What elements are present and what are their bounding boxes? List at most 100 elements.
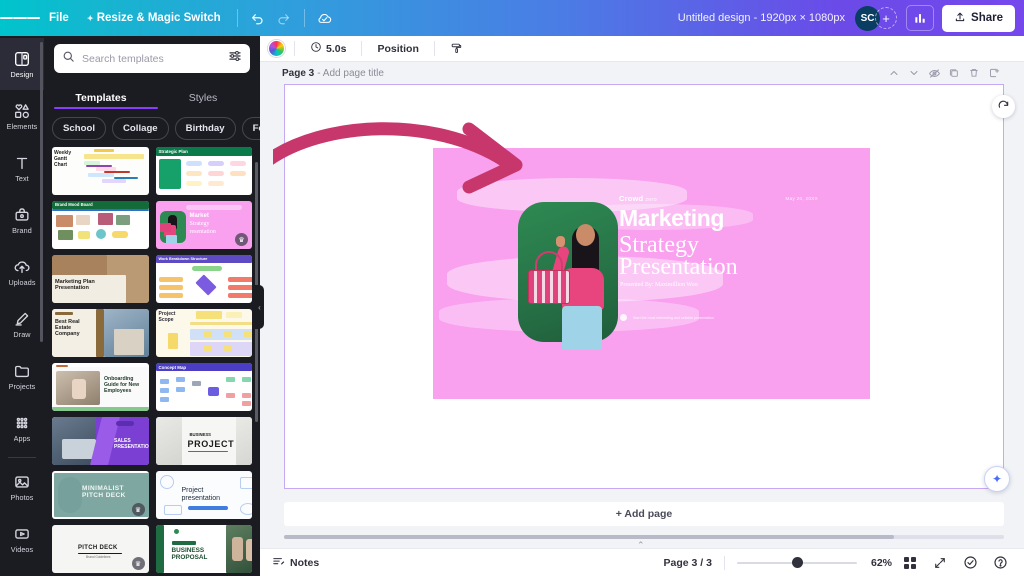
template-thumbnail[interactable]: Best Real Estate Company bbox=[52, 309, 149, 357]
sparkle-icon: ✦ bbox=[86, 14, 94, 23]
template-thumbnail[interactable]: Strategic Plan bbox=[155, 147, 252, 195]
duplicate-page-icon[interactable] bbox=[944, 65, 964, 82]
chip-collage[interactable]: Collage bbox=[111, 117, 169, 140]
page-title-input[interactable]: - Add page title bbox=[317, 68, 384, 79]
insights-button[interactable] bbox=[906, 5, 935, 31]
collapse-panel-button[interactable]: ‹ bbox=[255, 285, 264, 329]
duration-label: 5.0s bbox=[326, 42, 347, 55]
template-thumbnail[interactable]: BUSINESS PROJECT bbox=[155, 417, 252, 465]
design-title[interactable]: Untitled design - 1920px × 1080px bbox=[678, 12, 845, 24]
help-circle-icon[interactable] bbox=[988, 553, 1012, 573]
divider bbox=[236, 9, 238, 27]
apps-icon bbox=[13, 414, 31, 432]
templates-panel: Templates Styles School Collage Birthday… bbox=[44, 36, 260, 576]
search-input[interactable] bbox=[82, 52, 221, 65]
chip-school[interactable]: School bbox=[52, 117, 106, 140]
template-thumbnail[interactable]: Concept Map bbox=[155, 363, 252, 411]
template-thumbnail[interactable]: Brand Mood Board bbox=[52, 201, 149, 249]
duration-button[interactable]: 5.0s bbox=[304, 38, 352, 59]
notes-button[interactable]: Notes bbox=[272, 555, 319, 571]
hide-page-icon[interactable] bbox=[924, 65, 944, 82]
sidebar-item-bulk-create[interactable]: Bulk create bbox=[0, 565, 44, 576]
sidebar-item-label: Photos bbox=[10, 492, 34, 502]
sidebar-item-uploads[interactable]: Uploads bbox=[0, 246, 44, 298]
sidebar-item-label: Projects bbox=[8, 381, 36, 391]
template-grid: Weekly Gantt Chart Strategic Plan Brand … bbox=[44, 147, 260, 576]
slide-brand-name: Crowd bbox=[619, 194, 644, 203]
file-menu-button[interactable]: File bbox=[40, 7, 78, 29]
horizontal-scrollbar[interactable] bbox=[284, 535, 1004, 539]
undo-icon[interactable] bbox=[245, 6, 271, 30]
rail-divider bbox=[8, 457, 36, 458]
context-toolbar: 5.0s Position bbox=[260, 36, 1024, 62]
divider bbox=[303, 9, 305, 27]
sidebar-item-label: Design bbox=[10, 69, 34, 79]
add-page-button[interactable]: + Add page bbox=[284, 502, 1004, 526]
grid-view-icon[interactable] bbox=[898, 553, 922, 573]
handbag bbox=[528, 270, 570, 304]
sidebar-item-draw[interactable]: Draw bbox=[0, 298, 44, 350]
canvas-area: Crowd zero May 20, 20XX Marketing Strateg… bbox=[260, 84, 1024, 550]
panel-tabs: Templates Styles bbox=[50, 83, 254, 109]
slide-brand: Crowd zero bbox=[619, 194, 657, 203]
trash-icon[interactable] bbox=[964, 65, 984, 82]
paint-roller-icon[interactable] bbox=[444, 39, 469, 58]
sidebar-item-brand[interactable]: Brand bbox=[0, 194, 44, 246]
search-section bbox=[44, 36, 260, 79]
search-box[interactable] bbox=[54, 44, 250, 73]
hamburger-icon[interactable] bbox=[0, 15, 40, 21]
template-thumbnail[interactable]: SALESPRESENTATION bbox=[52, 417, 149, 465]
rainbow-color-wheel-icon[interactable] bbox=[268, 40, 285, 57]
sidebar-item-label: Elements bbox=[6, 121, 38, 131]
check-circle-icon[interactable] bbox=[958, 553, 982, 573]
template-thumbnail[interactable]: Project Scope bbox=[155, 309, 252, 357]
chip-food[interactable]: Foo bbox=[241, 117, 260, 140]
template-thumbnail[interactable]: Marketing Plan Presentation bbox=[52, 255, 149, 303]
position-button[interactable]: Position bbox=[371, 40, 424, 58]
template-thumbnail[interactable]: BUSINESS PROPOSAL bbox=[155, 525, 252, 573]
rotate-refresh-icon[interactable] bbox=[992, 95, 1015, 118]
slide-content[interactable]: Crowd zero May 20, 20XX Marketing Strateg… bbox=[433, 148, 870, 399]
add-page-icon[interactable] bbox=[984, 65, 1004, 82]
share-label: Share bbox=[971, 12, 1003, 24]
slider-knob[interactable] bbox=[791, 557, 803, 568]
sidebar-item-photos[interactable]: Photos bbox=[0, 461, 44, 513]
zoom-level[interactable]: 62% bbox=[871, 557, 892, 569]
redo-icon[interactable] bbox=[271, 6, 297, 30]
sidebar-item-projects[interactable]: Projects bbox=[0, 350, 44, 402]
template-thumbnail[interactable]: Weekly Gantt Chart bbox=[52, 147, 149, 195]
add-member-button[interactable]: + bbox=[875, 7, 898, 29]
rail-scrollbar[interactable] bbox=[40, 42, 43, 342]
chevron-down-icon[interactable] bbox=[904, 65, 924, 82]
sidebar-item-apps[interactable]: Apps bbox=[0, 402, 44, 454]
sidebar-item-design[interactable]: Design bbox=[0, 38, 44, 90]
page-header: Page 3 - Add page title bbox=[260, 62, 1024, 84]
resize-label: Resize & Magic Switch bbox=[96, 12, 221, 24]
template-thumbnail[interactable]: PITCH DECK Brand Guidelines ♛ bbox=[52, 525, 149, 573]
chevron-up-icon[interactable] bbox=[884, 65, 904, 82]
slide-date: May 20, 20XX bbox=[785, 196, 818, 201]
share-button[interactable]: Share bbox=[942, 4, 1015, 32]
zoom-slider[interactable] bbox=[736, 557, 857, 569]
template-thumbnail[interactable]: Project presentation bbox=[155, 471, 252, 519]
template-thumbnail[interactable]: Onboarding Guide for New Employees bbox=[52, 363, 149, 411]
magic-sparkle-icon[interactable]: ✦ bbox=[984, 466, 1010, 492]
sidebar-item-text[interactable]: Text bbox=[0, 142, 44, 194]
tab-styles[interactable]: Styles bbox=[152, 92, 254, 109]
sidebar-item-videos[interactable]: Videos bbox=[0, 513, 44, 565]
slide-brand-sub: zero bbox=[645, 197, 657, 203]
tab-underline bbox=[54, 106, 158, 109]
template-thumbnail[interactable]: MINIMALIST PITCH DECK ♛ bbox=[52, 471, 149, 519]
template-thumbnail[interactable]: Market Strategy resentation ♛ bbox=[155, 201, 252, 249]
template-thumbnail[interactable]: Work Breakdown Structure bbox=[155, 255, 252, 303]
fullscreen-icon[interactable] bbox=[928, 553, 952, 573]
page-canvas[interactable]: Crowd zero May 20, 20XX Marketing Strateg… bbox=[273, 84, 1004, 489]
cloud-saved-icon[interactable] bbox=[312, 6, 338, 30]
resize-magic-switch-button[interactable]: ✦ Resize & Magic Switch bbox=[78, 7, 230, 29]
premium-crown-icon: ♛ bbox=[131, 503, 145, 516]
sidebar-item-elements[interactable]: Elements bbox=[0, 90, 44, 142]
filter-sliders-icon[interactable] bbox=[228, 49, 242, 68]
notes-label: Notes bbox=[290, 556, 320, 569]
notes-icon bbox=[272, 555, 285, 571]
chip-birthday[interactable]: Birthday bbox=[174, 117, 236, 140]
